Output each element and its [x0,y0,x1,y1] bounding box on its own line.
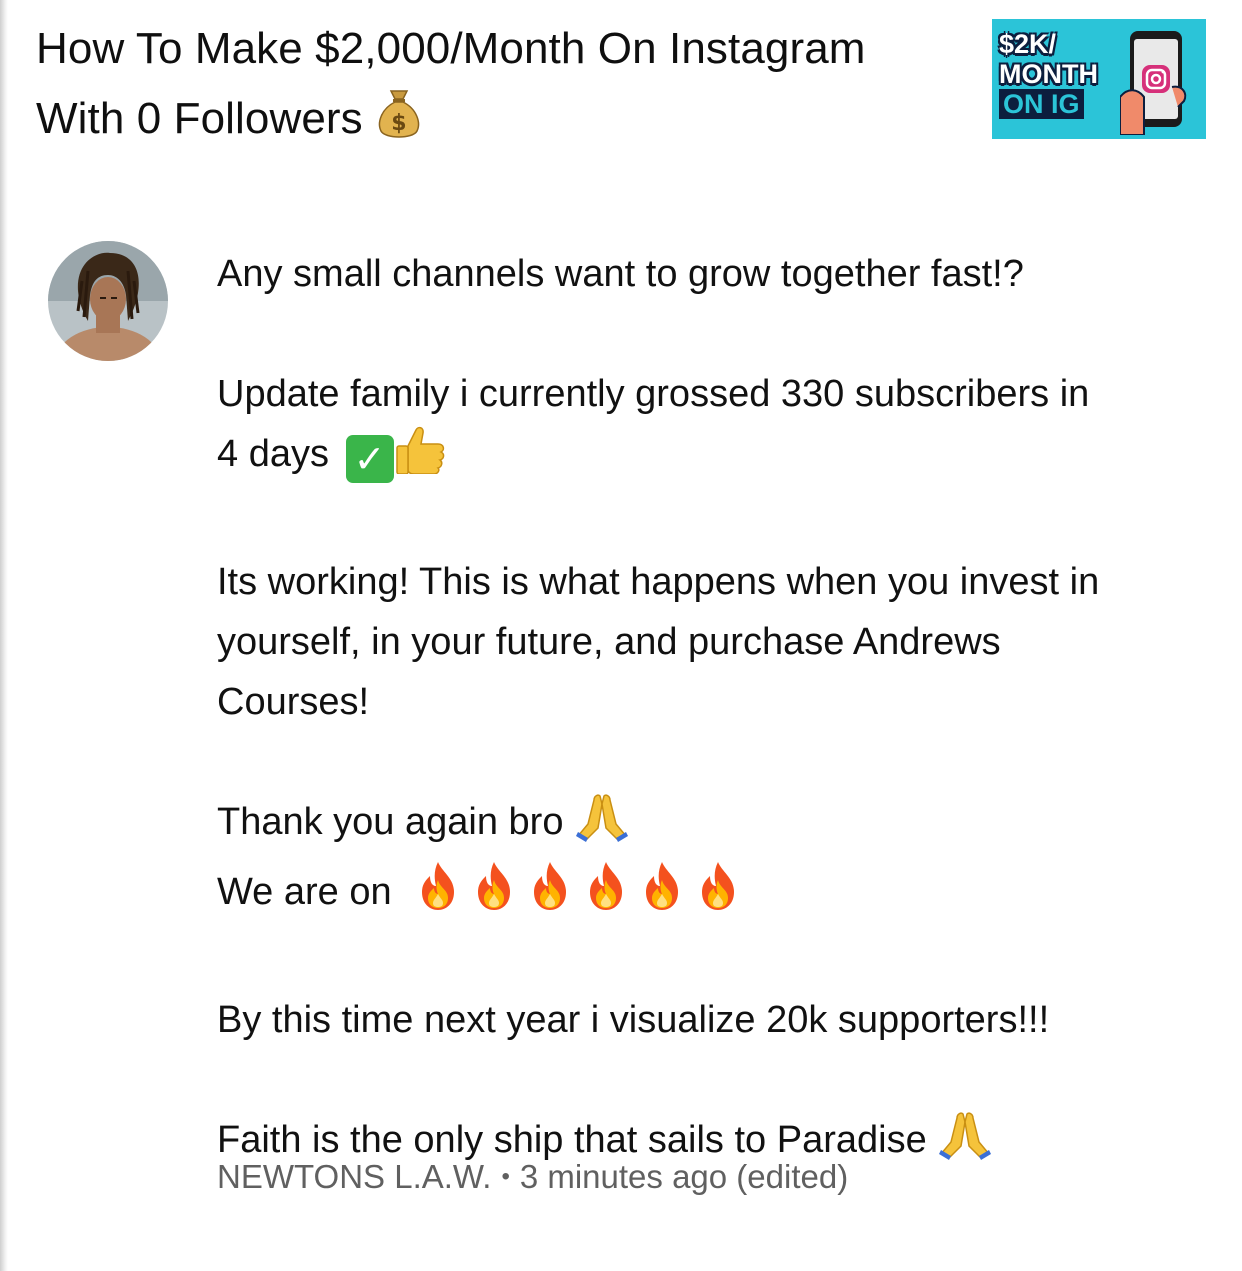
avatar[interactable] [48,241,168,361]
folded-hands-icon [574,792,630,860]
video-header[interactable]: How To Make $2,000/Month On Instagram Wi… [36,14,966,162]
comment-line: We are on [217,871,392,913]
fire-icon [468,860,520,930]
comment-timestamp: 3 minutes ago (edited) [519,1158,849,1195]
fire-emoji-row [402,862,744,913]
svg-text:$: $ [391,111,406,136]
comment-author[interactable]: NEWTONS L.A.W. [217,1158,491,1195]
comment-line: 4 days [217,433,329,475]
thumbnail-line3: ON IG [999,89,1084,119]
folded-hands-icon [937,1110,993,1178]
thumbs-up-icon [394,424,448,492]
video-title-line1: How To Make $2,000/Month On Instagram [36,24,866,73]
video-thumbnail[interactable]: $2K/ MONTH ON IG [992,19,1206,139]
fire-icon [692,860,744,930]
comment-meta: NEWTONS L.A.W. • 3 minutes ago (edited) [217,1155,848,1203]
comment-line: Any small channels want to grow together… [217,253,1024,295]
fire-icon [580,860,632,930]
thumbnail-text: $2K/ MONTH ON IG [999,29,1098,119]
comment-line: Thank you again bro [217,801,564,843]
money-bag-icon: $ [375,85,423,162]
meta-separator: • [501,1163,510,1190]
comment-line: Courses! [217,681,370,723]
video-title-line2: With 0 Followers [36,94,363,143]
comment-body: Any small channels want to grow together… [217,244,1207,1178]
thumbnail-line2: MONTH [999,59,1098,89]
comment-line: By this time next year i visualize 20k s… [217,999,1050,1041]
comment-line: yourself, in your future, and purchase A… [217,621,1001,663]
comment-line: Its working! This is what happens when y… [217,561,1100,603]
page-edge-shadow [0,0,8,1271]
video-title[interactable]: How To Make $2,000/Month On Instagram Wi… [36,14,966,162]
phone-hand-icon [1119,27,1188,136]
fire-icon [412,860,464,930]
fire-icon [524,860,576,930]
thumbnail-line1: $2K/ [999,29,1057,59]
check-mark-button-icon: ✓ [345,435,394,483]
fire-icon [636,860,688,930]
comment-line: Update family i currently grossed 330 su… [217,373,1090,415]
